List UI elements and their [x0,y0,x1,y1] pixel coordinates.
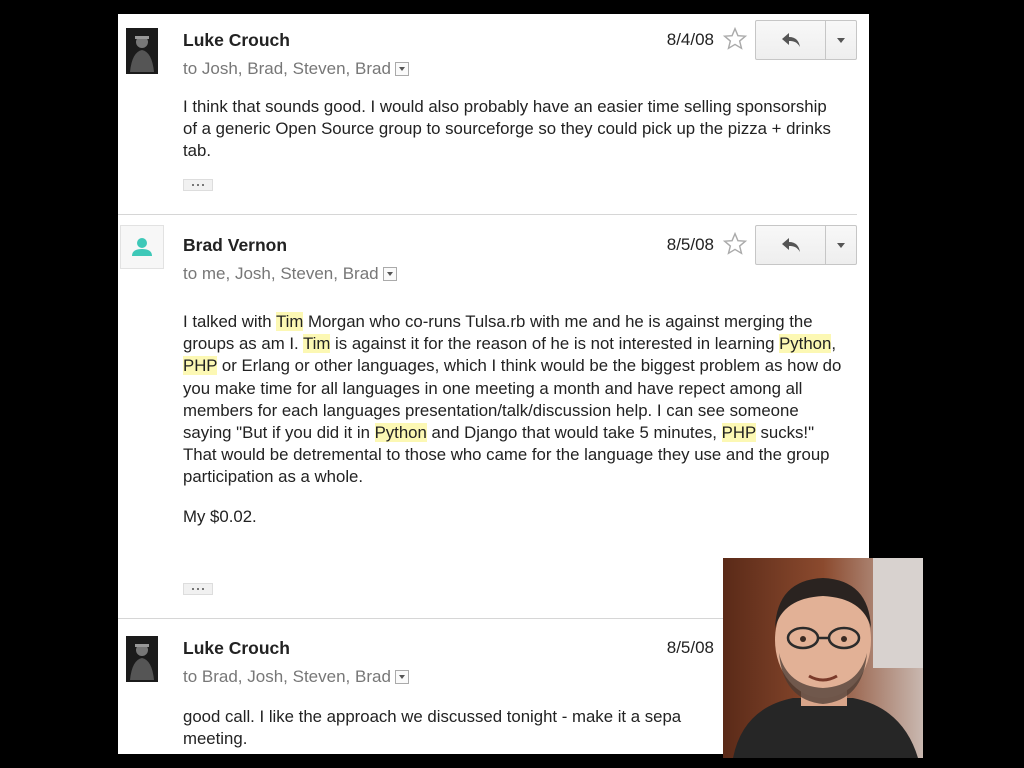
message-1: Luke Crouch to Josh, Brad, Steven, Brad … [118,14,869,214]
search-highlight: Tim [303,334,331,354]
search-highlight: Python [779,334,832,354]
ellipsis-icon[interactable] [183,583,213,595]
star-icon[interactable] [722,231,748,257]
recipients-text: to Brad, Josh, Steven, Brad [183,667,391,686]
body-paragraph: My $0.02. [183,506,843,528]
body-paragraph: I think that sounds good. I would also p… [183,96,843,163]
recipients[interactable]: to me, Josh, Steven, Brad [183,264,397,284]
user-photo-icon [126,636,158,682]
sender-name[interactable]: Luke Crouch [183,30,290,51]
message-date: 8/5/08 [666,235,714,254]
recipients-text: to Josh, Brad, Steven, Brad [183,59,391,78]
chevron-down-icon[interactable] [382,266,397,281]
chevron-down-icon[interactable] [394,669,409,684]
search-highlight: Python [374,423,427,443]
search-highlight: Tim [275,312,304,331]
person-icon [132,238,152,256]
more-options-button[interactable] [826,21,856,59]
body-text-run: good call. I like the approach we discus… [183,707,682,726]
message-date: 8/4/08 [666,30,714,49]
body-text-run: is against it for the reason of he is no… [330,334,780,354]
star-icon[interactable] [722,26,748,52]
body-text-run: meeting. [183,729,248,749]
reply-icon [782,33,800,47]
sender-avatar[interactable] [126,28,158,74]
chevron-down-icon[interactable] [394,61,409,76]
body-text-run: My $0.02. [183,506,257,526]
reply-button[interactable] [756,21,826,59]
sender-name[interactable]: Brad Vernon [183,235,287,256]
recipients[interactable]: to Josh, Brad, Steven, Brad [183,59,409,79]
body-text-run: I talked with [183,312,276,331]
speaker-photo [723,558,923,758]
person-photo-icon [723,558,923,758]
body-text-run: I think that sounds good. I would also p… [183,97,831,161]
search-highlight: PHP [721,423,756,443]
message-date: 8/5/08 [666,638,714,657]
message-divider [118,214,857,215]
user-photo-icon [126,28,158,74]
body-text-run: , [831,334,836,354]
more-options-button[interactable] [826,226,856,264]
search-highlight: PHP [183,356,218,376]
sender-name[interactable]: Luke Crouch [183,638,290,659]
sender-avatar[interactable] [126,636,158,682]
body-text-run: and Django that would take 5 minutes, [426,423,722,443]
message-body: I talked with Tim Morgan who co-runs Tul… [183,311,843,528]
sender-avatar[interactable] [120,225,164,269]
recipients[interactable]: to Brad, Josh, Steven, Brad [183,667,409,687]
recipients-text: to me, Josh, Steven, Brad [183,264,379,283]
reply-button[interactable] [756,226,826,264]
reply-button-group [755,20,857,60]
ellipsis-icon[interactable] [183,179,213,191]
reply-icon [782,238,800,252]
body-paragraph: I talked with Tim Morgan who co-runs Tul… [183,311,843,489]
message-body: I think that sounds good. I would also p… [183,96,843,163]
reply-button-group [755,225,857,265]
